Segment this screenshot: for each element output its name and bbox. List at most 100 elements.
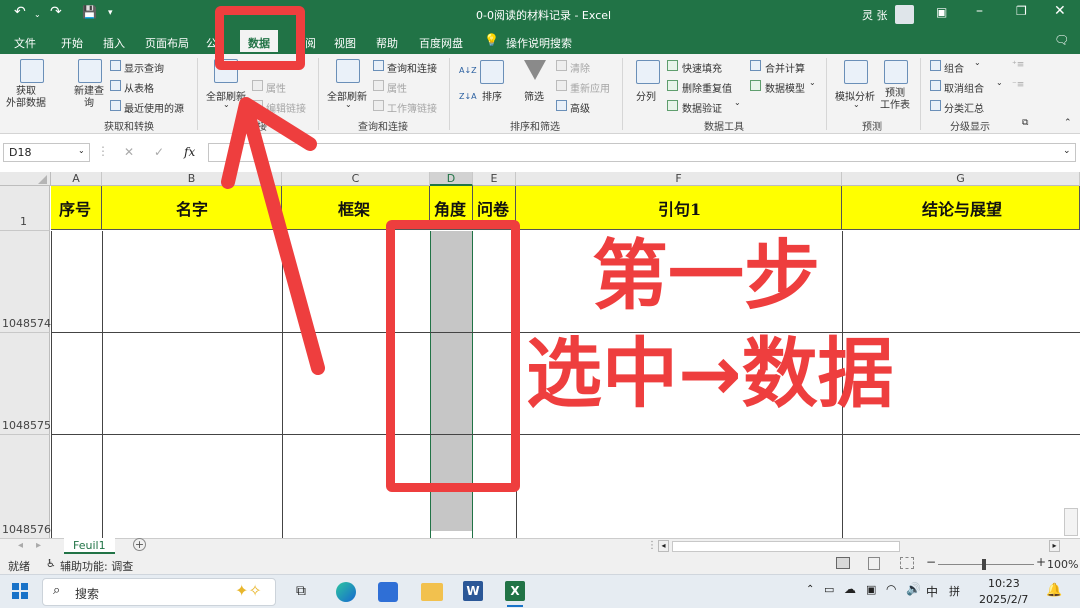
what-if-analysis-icon[interactable] (844, 60, 868, 84)
taskbar-search-box[interactable]: ⌕ 搜索 ✦✧ (42, 578, 276, 606)
insert-function-icon[interactable]: fx (184, 145, 195, 159)
close-icon[interactable]: ✕ (1054, 3, 1066, 19)
zoom-in-icon[interactable]: + (1036, 555, 1046, 569)
normal-view-icon[interactable] (836, 557, 850, 569)
add-sheet-icon[interactable]: + (133, 538, 146, 551)
recent-sources-button[interactable]: 最近使用的源 (124, 100, 184, 115)
flash-fill-button[interactable]: 快速填充 (682, 60, 722, 75)
outline-dialog-launcher-icon[interactable]: ⧉ (1022, 118, 1028, 128)
header-cell-quote[interactable]: 引句1 (516, 186, 842, 230)
next-sheet-icon[interactable]: ▸ (36, 540, 41, 551)
tell-me-search[interactable]: 操作说明搜索 (506, 35, 572, 51)
page-break-view-icon[interactable] (900, 557, 914, 569)
row-header[interactable]: 1048574 (0, 231, 51, 333)
group-button[interactable]: 组合 (944, 60, 964, 75)
tab-view[interactable]: 视图 (334, 35, 356, 51)
tab-help[interactable]: 帮助 (376, 35, 398, 51)
queries-connections-button[interactable]: 查询和连接 (387, 60, 437, 75)
zoom-slider-track[interactable] (938, 564, 1034, 565)
text-to-columns-icon[interactable] (636, 60, 660, 84)
tab-insert[interactable]: 插入 (103, 35, 125, 51)
task-view-icon[interactable]: ⧉ (296, 583, 306, 599)
speaker-icon[interactable]: 🔊 (906, 582, 921, 596)
clock-date[interactable]: 2025/2/7 (979, 593, 1028, 606)
zoom-level[interactable]: 100% (1047, 558, 1078, 571)
header-cell-index[interactable]: 序号 (51, 186, 102, 230)
edge-icon[interactable] (336, 582, 356, 602)
filter-button[interactable]: 筛选 (524, 88, 544, 103)
consolidate-button[interactable]: 合并计算 (765, 60, 805, 75)
accessibility-status[interactable]: 辅助功能: 调查 (60, 558, 133, 574)
tab-home[interactable]: 开始 (61, 35, 83, 51)
zoom-slider-thumb[interactable] (982, 559, 986, 570)
cancel-icon[interactable]: ✕ (124, 145, 134, 159)
word-icon[interactable]: W (463, 581, 483, 601)
data-model-dropdown-icon[interactable]: ⌄ (809, 78, 816, 87)
wifi-icon[interactable]: ◠ (886, 582, 896, 596)
sheet-tab-splitter-icon[interactable]: ⋮ (647, 540, 657, 551)
onedrive-icon[interactable]: ☁ (844, 582, 856, 596)
scroll-right-icon[interactable]: ▸ (1049, 540, 1060, 552)
tray-app-icon-2[interactable]: ▣ (866, 583, 876, 596)
column-header-f[interactable]: F (516, 172, 842, 186)
get-data-icon[interactable] (20, 59, 44, 83)
save-icon[interactable]: 💾 (82, 5, 97, 19)
notification-bell-icon[interactable]: 🔔 (1046, 583, 1062, 598)
avatar[interactable] (895, 5, 914, 24)
get-external-data-button[interactable]: 获取 外部数据 (6, 86, 46, 110)
workbook-links-button[interactable]: 工作簿链接 (387, 100, 437, 115)
group-dropdown-icon[interactable]: ⌄ (974, 58, 981, 67)
name-box-dropdown-icon[interactable]: ⌄ (78, 146, 85, 155)
new-query-icon[interactable] (78, 59, 102, 83)
store-icon[interactable] (378, 582, 398, 602)
show-detail-icon[interactable]: ⁺≡ (1012, 60, 1024, 70)
expand-formula-bar-icon[interactable]: ⌄ (1063, 146, 1071, 156)
tab-review[interactable]: 阅 (305, 35, 316, 51)
sheet-tab-feuil1[interactable]: Feuil1 (64, 538, 115, 554)
advanced-filter-button[interactable]: 高级 (570, 100, 590, 115)
subtotal-button[interactable]: 分类汇总 (944, 100, 984, 115)
data-validation-dropdown-icon[interactable]: ⌄ (734, 98, 741, 107)
page-layout-view-icon[interactable] (868, 557, 880, 570)
excel-icon[interactable]: X (505, 581, 525, 601)
file-explorer-icon[interactable] (421, 583, 443, 601)
show-hidden-icons-icon[interactable]: ⌃ (806, 584, 814, 595)
accessibility-icon[interactable]: ♿ (46, 557, 56, 570)
tab-page-layout[interactable]: 页面布局 (145, 35, 189, 51)
ungroup-dropdown-icon[interactable]: ⌄ (996, 78, 1003, 87)
from-table-button[interactable]: 从表格 (124, 80, 154, 95)
redo-icon[interactable]: ↷ (50, 4, 62, 20)
column-header-e[interactable]: E (473, 172, 516, 186)
sort-ascending-button[interactable]: A↓Z (459, 66, 477, 75)
collapse-ribbon-icon[interactable]: ⌃ (1064, 118, 1072, 128)
text-to-columns-button[interactable]: 分列 (636, 88, 656, 103)
new-query-button[interactable]: 新建查 询 (74, 86, 104, 110)
filter-icon[interactable] (524, 60, 546, 80)
undo-icon[interactable]: ↶ (14, 4, 26, 20)
horizontal-scrollbar-thumb[interactable] (672, 541, 900, 552)
row-header[interactable]: 1048575 (0, 333, 51, 435)
minimize-icon[interactable]: – (976, 3, 983, 19)
column-header-g[interactable]: G (842, 172, 1080, 186)
show-query-button[interactable]: 显示查询 (124, 60, 164, 75)
customize-quick-access-icon[interactable]: ▾ (108, 8, 113, 18)
forecast-sheet-icon[interactable] (884, 60, 908, 84)
name-box[interactable]: D18 (3, 143, 90, 162)
ungroup-button[interactable]: 取消组合 (944, 80, 984, 95)
row-header[interactable]: 1048576 (0, 435, 51, 538)
row-header-1[interactable]: 1 (0, 186, 50, 231)
undo-dropdown-icon[interactable]: ⌄ (34, 10, 41, 19)
prev-sheet-icon[interactable]: ◂ (18, 540, 23, 551)
ime-pinyin[interactable]: 拼 (949, 583, 960, 599)
data-validation-button[interactable]: 数据验证 (682, 100, 722, 115)
column-header-a[interactable]: A (51, 172, 102, 186)
ribbon-display-icon[interactable]: ▣ (936, 5, 947, 19)
data-model-button[interactable]: 数据模型 (765, 80, 805, 95)
restore-icon[interactable]: ❐ (1016, 4, 1027, 18)
sort-descending-button[interactable]: Z↓A (459, 92, 477, 101)
clock-time[interactable]: 10:23 (988, 577, 1020, 590)
scroll-left-icon[interactable]: ◂ (658, 540, 669, 552)
sort-button[interactable]: 排序 (482, 88, 502, 103)
what-if-dropdown-icon[interactable]: ⌄ (853, 100, 860, 109)
ime-mode[interactable]: 中 (926, 583, 938, 600)
